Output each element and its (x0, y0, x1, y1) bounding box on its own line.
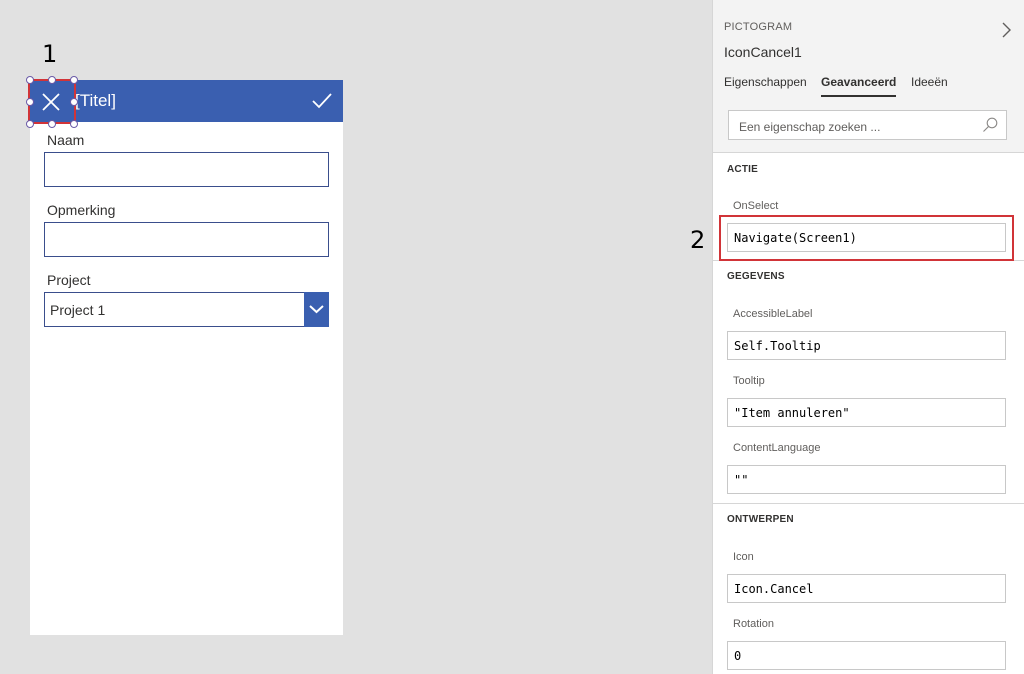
prop-label-onselect: OnSelect (733, 200, 779, 212)
property-search-input[interactable]: Een eigenschap zoeken ... (728, 110, 1007, 140)
accessiblelabel-formula-input[interactable]: Self.Tooltip (727, 331, 1006, 360)
callout-number-1: 1 (42, 40, 58, 68)
naam-label: Naam (47, 132, 85, 148)
project-dropdown[interactable]: Project 1 (44, 292, 329, 327)
search-placeholder: Een eigenschap zoeken ... (739, 120, 881, 134)
dropdown-button[interactable] (304, 292, 329, 327)
callout-number-2: 2 (690, 226, 706, 254)
rotation-formula-input[interactable]: 0 (727, 641, 1006, 670)
check-icon[interactable] (311, 92, 333, 110)
section-title: ACTIE (727, 164, 758, 175)
tab-geavanceerd[interactable]: Geavanceerd (821, 75, 897, 97)
resize-handle[interactable] (70, 98, 78, 106)
tooltip-formula-input[interactable]: "Item annuleren" (727, 398, 1006, 427)
prop-label-accessiblelabel: AccessibleLabel (733, 308, 813, 320)
tab-eigenschappen[interactable]: Eigenschappen (724, 75, 807, 95)
prop-label-icon: Icon (733, 551, 754, 563)
search-icon[interactable] (982, 117, 998, 133)
cancel-icon[interactable] (40, 91, 62, 113)
resize-handle[interactable] (70, 120, 78, 128)
panel-header: PICTOGRAM IconCancel1 Eigenschappen Geav… (713, 0, 1024, 152)
resize-handle[interactable] (48, 76, 56, 84)
tab-ideeen[interactable]: Ideeën (911, 75, 948, 95)
opmerking-label: Opmerking (47, 202, 116, 218)
tooltip-value: "Item annuleren" (734, 406, 850, 420)
section-gegevens: GEGEVENS AccessibleLabel Self.Tooltip To… (713, 260, 1024, 503)
resize-handle[interactable] (48, 120, 56, 128)
properties-panel: PICTOGRAM IconCancel1 Eigenschappen Geav… (712, 0, 1024, 674)
project-label: Project (47, 272, 91, 288)
project-dropdown-value: Project 1 (50, 302, 106, 318)
app-screen: [Titel] Naam Opmerking Project Project 1 (26, 76, 343, 635)
control-type: PICTOGRAM (724, 21, 793, 33)
onselect-value: Navigate(Screen1) (734, 231, 857, 245)
chevron-down-icon (309, 305, 324, 314)
icon-formula-input[interactable]: Icon.Cancel (727, 574, 1006, 603)
section-title: GEGEVENS (727, 271, 785, 282)
contentlanguage-value: "" (734, 473, 749, 487)
app-title: [Titel] (75, 91, 116, 110)
prop-label-tooltip: Tooltip (733, 375, 765, 387)
contentlanguage-formula-input[interactable]: "" (727, 465, 1006, 494)
resize-handle[interactable] (70, 76, 78, 84)
naam-input[interactable] (44, 152, 329, 187)
control-name[interactable]: IconCancel1 (724, 44, 802, 60)
onselect-formula-input[interactable]: Navigate(Screen1) (727, 223, 1006, 252)
resize-handle[interactable] (26, 98, 34, 106)
accessiblelabel-value: Self.Tooltip (734, 339, 821, 353)
opmerking-input[interactable] (44, 222, 329, 257)
section-actie: ACTIE OnSelect Navigate(Screen1) (713, 152, 1024, 260)
section-title: ONTWERPEN (727, 514, 794, 525)
section-ontwerpen: ONTWERPEN Icon Icon.Cancel Rotation 0 (713, 503, 1024, 674)
resize-handle[interactable] (26, 120, 34, 128)
icon-value: Icon.Cancel (734, 582, 814, 596)
resize-handle[interactable] (26, 76, 34, 84)
chevron-right-icon[interactable] (1001, 22, 1011, 38)
prop-label-rotation: Rotation (733, 618, 774, 630)
prop-label-contentlanguage: ContentLanguage (733, 442, 821, 454)
rotation-value: 0 (734, 649, 742, 663)
